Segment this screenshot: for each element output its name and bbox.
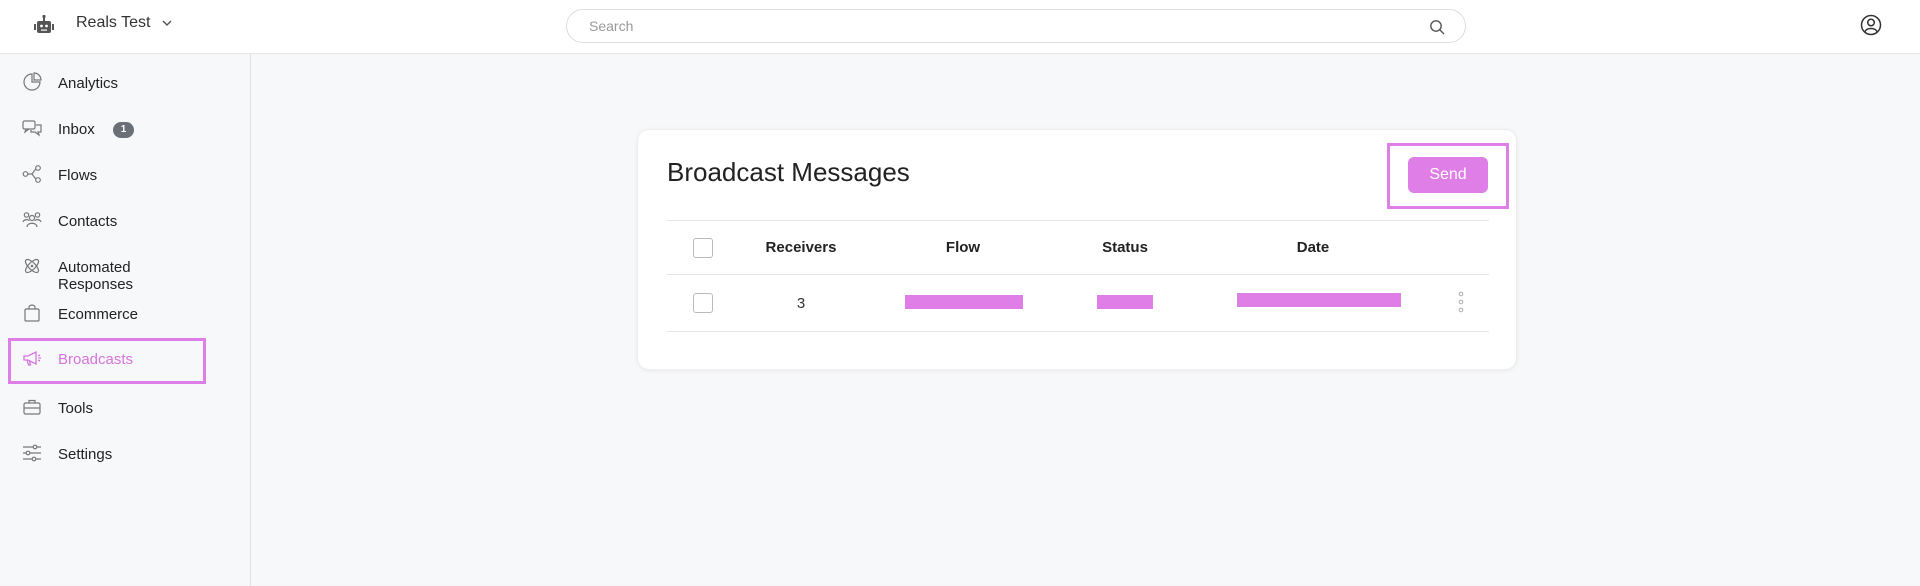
user-account-icon[interactable]: [1860, 14, 1882, 36]
sliders-icon: [23, 444, 41, 462]
flow-nodes-icon: [22, 165, 41, 183]
select-all-checkbox[interactable]: [693, 238, 713, 258]
sidebar-item-inbox[interactable]: Inbox 1: [8, 108, 206, 150]
sidebar-item-label: Tools: [58, 400, 94, 417]
more-options-icon[interactable]: [1457, 291, 1465, 313]
sidebar-item-label: Analytics: [58, 75, 119, 92]
sidebar-item-label: Inbox: [58, 121, 95, 138]
workspace-selector[interactable]: Reals Test: [76, 14, 174, 32]
workspace-name: Reals Test: [76, 14, 151, 31]
send-button[interactable]: Send: [1408, 157, 1488, 193]
receivers-cell: 3: [796, 295, 806, 312]
broadcast-messages-card: Broadcast Messages Send Receivers Flow S…: [637, 129, 1517, 370]
send-button-highlight: Send: [1387, 143, 1509, 209]
date-cell-redacted: [1237, 293, 1401, 307]
sidebar-item-label: Flows: [58, 167, 98, 184]
search-icon[interactable]: [1429, 19, 1445, 35]
search-box: [566, 9, 1466, 43]
sidebar-item-analytics[interactable]: Analytics: [8, 62, 206, 104]
megaphone-icon: [23, 350, 41, 366]
sidebar-item-label: Settings: [58, 446, 113, 463]
column-header-receivers: Receivers: [765, 239, 837, 256]
sidebar-item-ecommerce[interactable]: Ecommerce: [8, 293, 206, 335]
top-bar: Reals Test: [0, 0, 1920, 54]
chat-bubbles-icon: [22, 120, 42, 137]
sidebar-item-flows[interactable]: Flows: [8, 154, 206, 196]
table-row[interactable]: 3: [667, 275, 1489, 332]
column-header-status: Status: [1102, 239, 1148, 256]
bot-icon[interactable]: [33, 14, 55, 36]
sidebar: Analytics Inbox 1 Flows Contacts Automat…: [0, 54, 251, 586]
inbox-count-badge: 1: [113, 122, 134, 138]
atom-icon: [24, 258, 40, 274]
sidebar-item-label: Contacts: [58, 213, 118, 230]
sidebar-item-contacts[interactable]: Contacts: [8, 200, 206, 242]
sidebar-item-label: Ecommerce: [58, 306, 139, 323]
flow-cell-redacted: [905, 295, 1023, 309]
people-icon: [22, 212, 42, 228]
toolbox-icon: [23, 399, 41, 415]
column-header-date: Date: [1296, 239, 1330, 256]
sidebar-item-label: Automated Responses: [58, 259, 134, 293]
status-cell-redacted: [1097, 295, 1153, 309]
shopping-bag-icon: [24, 304, 40, 322]
sidebar-item-tools[interactable]: Tools: [8, 387, 206, 429]
sidebar-item-settings[interactable]: Settings: [8, 433, 206, 475]
table-header: Receivers Flow Status Date: [667, 220, 1489, 275]
search-input[interactable]: [589, 18, 1409, 34]
column-header-flow: Flow: [945, 239, 981, 256]
page-title: Broadcast Messages: [667, 157, 910, 187]
row-checkbox[interactable]: [693, 293, 713, 313]
sidebar-item-label: Broadcasts: [58, 351, 134, 368]
sidebar-item-automated-responses[interactable]: Automated Responses: [8, 246, 206, 293]
sidebar-item-broadcasts[interactable]: Broadcasts: [8, 338, 206, 384]
chevron-down-icon: [162, 20, 172, 26]
pie-chart-icon: [23, 72, 42, 91]
